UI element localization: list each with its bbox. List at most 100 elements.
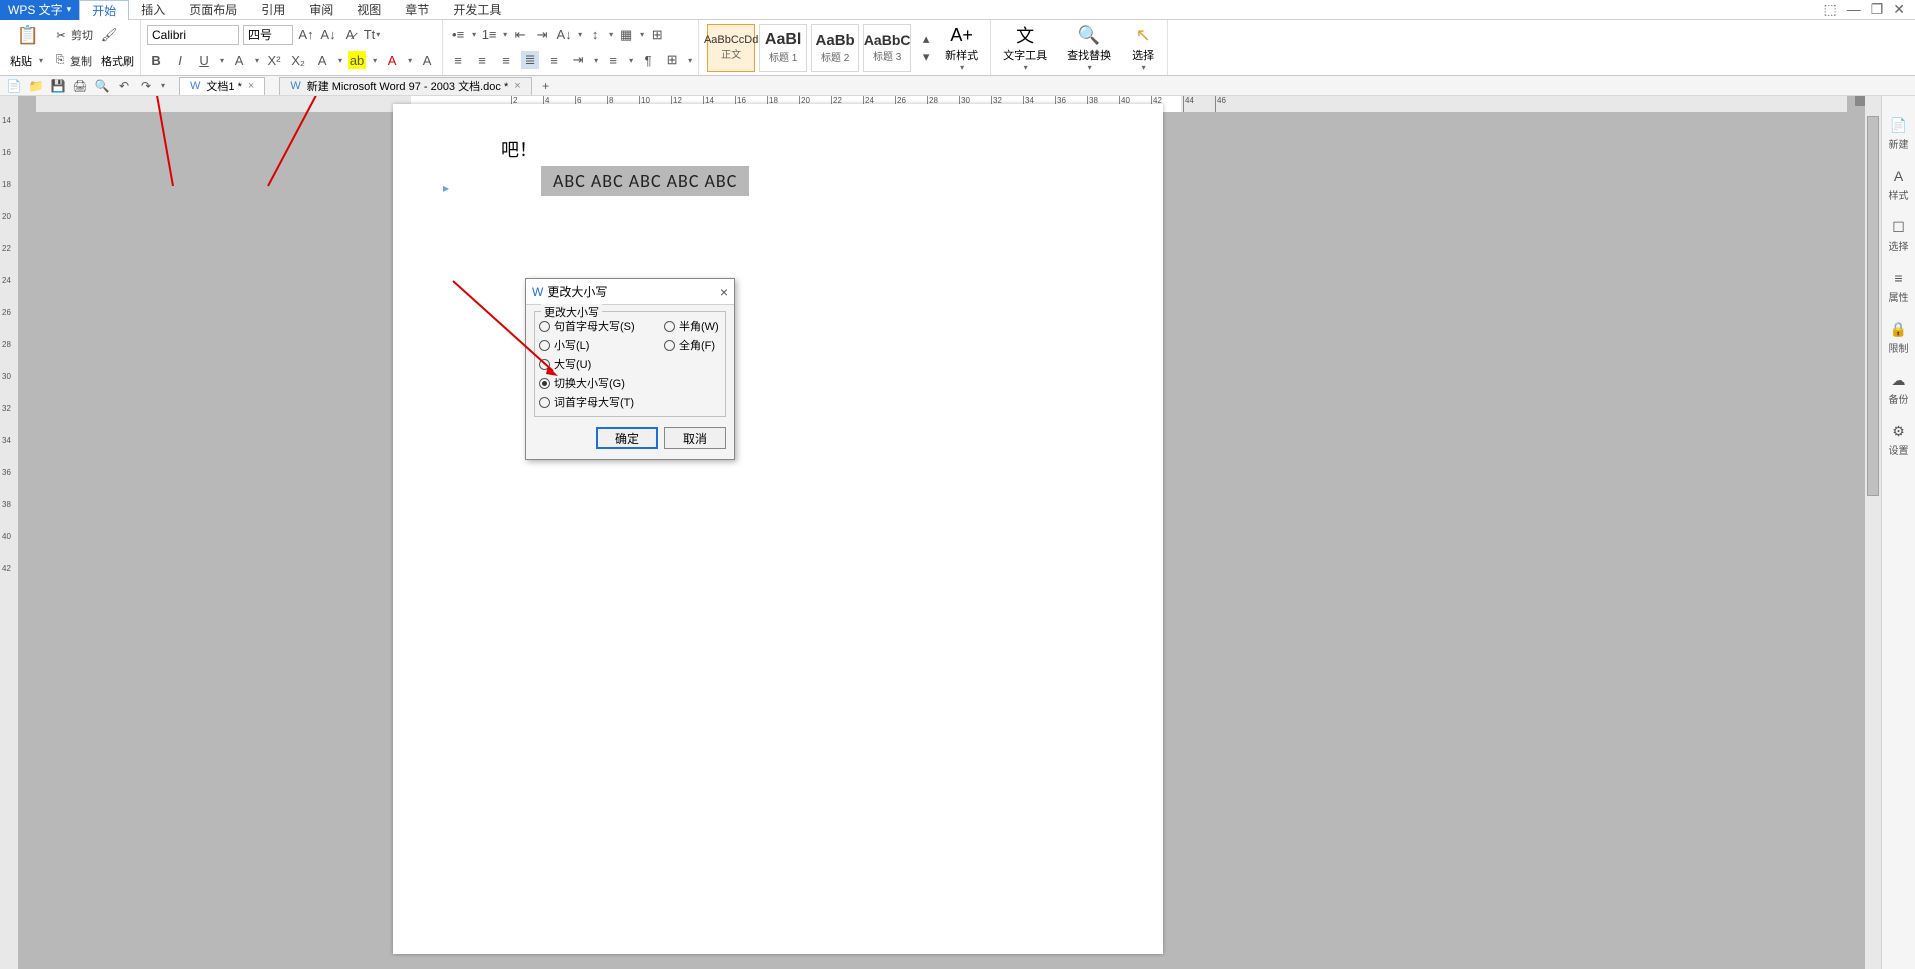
sidebar-settings[interactable]: ⚙设置: [1889, 422, 1909, 457]
qat-save-icon[interactable]: 💾: [50, 78, 66, 94]
para-spacing-button[interactable]: ≡: [604, 51, 622, 69]
qat-print-icon[interactable]: 🖨: [72, 78, 88, 94]
menu-tab-chapter[interactable]: 章节: [393, 0, 441, 20]
borders-button[interactable]: ⊞: [648, 26, 666, 44]
show-marks-button[interactable]: ¶: [639, 51, 657, 69]
qat-preview-icon[interactable]: 🔍: [94, 78, 110, 94]
superscript-button[interactable]: X²: [265, 51, 283, 69]
tab-settings-button[interactable]: ⇥: [569, 51, 587, 69]
section-marker-icon: ▸: [443, 181, 457, 195]
paste-button[interactable]: 📋: [10, 21, 46, 49]
strikethrough-button[interactable]: A: [230, 51, 248, 69]
align-left-button[interactable]: ≡: [449, 51, 467, 69]
style-normal[interactable]: AaBbCcDd 正文: [707, 24, 755, 72]
ok-button[interactable]: 确定: [596, 427, 658, 449]
selected-text[interactable]: ABC ABC ABC ABC ABC: [541, 166, 749, 196]
dialog-titlebar[interactable]: W 更改大小写 ×: [526, 279, 734, 305]
style-heading3[interactable]: AaBbC 标题 3: [863, 24, 911, 72]
qat-new-icon[interactable]: 📄: [6, 78, 22, 94]
sidebar-backup[interactable]: ☁备份: [1889, 371, 1909, 406]
style-heading1[interactable]: AaBl 标题 1: [759, 24, 807, 72]
maximize-icon[interactable]: ❐: [1871, 1, 1884, 18]
font-size-select[interactable]: [243, 25, 293, 45]
text-tools-button[interactable]: 文 文字工具▾: [997, 21, 1053, 74]
app-badge[interactable]: WPS 文字 ▾: [0, 0, 79, 20]
cancel-button[interactable]: 取消: [664, 427, 726, 449]
sidebar-style[interactable]: A样式: [1889, 167, 1909, 202]
doc-tab-1[interactable]: W 文档1 * ×: [179, 77, 265, 95]
radio-full-width[interactable]: 全角(F): [664, 337, 719, 353]
italic-button[interactable]: I: [171, 51, 189, 69]
menu-tab-reference[interactable]: 引用: [249, 0, 297, 20]
close-icon[interactable]: ✕: [1893, 1, 1905, 18]
ruler-collapse-icon[interactable]: [1855, 96, 1865, 106]
align-justify-button[interactable]: ≣: [521, 51, 539, 69]
char-border-button[interactable]: A: [418, 51, 436, 69]
menu-tab-review[interactable]: 审阅: [297, 0, 345, 20]
sort-button[interactable]: A↓: [555, 26, 573, 44]
highlight-button[interactable]: ab: [348, 51, 366, 69]
line-spacing-button[interactable]: ↕: [586, 26, 604, 44]
menu-tab-view[interactable]: 视图: [345, 0, 393, 20]
document-page[interactable]: [393, 104, 1163, 954]
style-heading2[interactable]: AaBb 标题 2: [811, 24, 859, 72]
select-button[interactable]: ↖ 选择▾: [1125, 21, 1161, 74]
dialog-body: 更改大小写 句首字母大写(S) 小写(L) 大写(U) 切换大小写(G) 词首字…: [526, 305, 734, 459]
bold-button[interactable]: B: [147, 51, 165, 69]
decrease-font-icon[interactable]: A↓: [319, 26, 337, 44]
increase-font-icon[interactable]: A↑: [297, 26, 315, 44]
ribbon-toggle-icon[interactable]: ⬚: [1823, 1, 1836, 18]
align-right-button[interactable]: ≡: [497, 51, 515, 69]
menu-tab-insert[interactable]: 插入: [129, 0, 177, 20]
vertical-scrollbar[interactable]: [1865, 96, 1881, 969]
font-color-button[interactable]: A: [383, 51, 401, 69]
sidebar-properties[interactable]: ≡属性: [1889, 269, 1909, 304]
qat-undo-icon[interactable]: ↶: [116, 78, 132, 94]
numbering-button[interactable]: 1≡: [480, 26, 498, 44]
radio-lowercase[interactable]: 小写(L): [539, 337, 664, 353]
text-effect-button[interactable]: A: [313, 51, 331, 69]
qat-more-icon[interactable]: ▾: [161, 81, 165, 90]
radio-toggle-case[interactable]: 切换大小写(G): [539, 375, 664, 391]
minimize-icon[interactable]: —: [1847, 1, 1861, 18]
menu-tab-start[interactable]: 开始: [79, 0, 129, 20]
styles-down-icon[interactable]: ▾: [917, 48, 935, 66]
qat-open-icon[interactable]: 📁: [28, 78, 44, 94]
sidebar-restrict[interactable]: 🔒限制: [1889, 320, 1909, 355]
dialog-close-icon[interactable]: ×: [720, 284, 728, 300]
sidebar-new[interactable]: 📄新建: [1889, 116, 1909, 151]
clear-format-icon[interactable]: A̷: [341, 26, 359, 44]
underline-button[interactable]: U: [195, 51, 213, 69]
change-case-icon[interactable]: Tt▾: [363, 26, 381, 44]
menu-tab-devtools[interactable]: 开发工具: [441, 0, 513, 20]
align-center-button[interactable]: ≡: [473, 51, 491, 69]
format-painter-icon[interactable]: 🖌: [100, 26, 118, 44]
menu-tab-layout[interactable]: 页面布局: [177, 0, 249, 20]
find-replace-button[interactable]: 🔍 查找替换▾: [1061, 21, 1117, 74]
doc-tab-close-icon[interactable]: ×: [514, 80, 520, 92]
indent-increase-button[interactable]: ⇥: [533, 26, 551, 44]
radio-title-case[interactable]: 词首字母大写(T): [539, 394, 664, 410]
bullets-button[interactable]: •≡: [449, 26, 467, 44]
copy-button[interactable]: ⎘复制: [49, 52, 95, 70]
font-family-select[interactable]: [147, 25, 239, 45]
new-doc-icon: 📄: [1890, 116, 1908, 134]
radio-uppercase[interactable]: 大写(U): [539, 356, 664, 372]
radio-sentence-case[interactable]: 句首字母大写(S): [539, 318, 664, 334]
border-shading-button[interactable]: ⊞: [663, 51, 681, 69]
new-tab-icon[interactable]: +: [538, 78, 554, 94]
new-style-button[interactable]: A+ 新样式▾: [939, 21, 984, 74]
doc-tab-2[interactable]: W 新建 Microsoft Word 97 - 2003 文档.doc * ×: [279, 77, 531, 95]
document-canvas[interactable]: 2468101214161820222426283032343638404244…: [18, 96, 1865, 969]
align-distribute-button[interactable]: ≡: [545, 51, 563, 69]
styles-up-icon[interactable]: ▴: [917, 30, 935, 48]
qat-redo-icon[interactable]: ↷: [138, 78, 154, 94]
radio-half-width[interactable]: 半角(W): [664, 318, 719, 334]
subscript-button[interactable]: X₂: [289, 51, 307, 69]
cut-button[interactable]: ✂剪切: [50, 26, 96, 44]
doc-tab-close-icon[interactable]: ×: [248, 80, 254, 92]
shading-button[interactable]: ▦: [617, 26, 635, 44]
indent-decrease-button[interactable]: ⇤: [511, 26, 529, 44]
scrollbar-thumb[interactable]: [1867, 116, 1879, 496]
sidebar-select[interactable]: ☐选择: [1889, 218, 1909, 253]
